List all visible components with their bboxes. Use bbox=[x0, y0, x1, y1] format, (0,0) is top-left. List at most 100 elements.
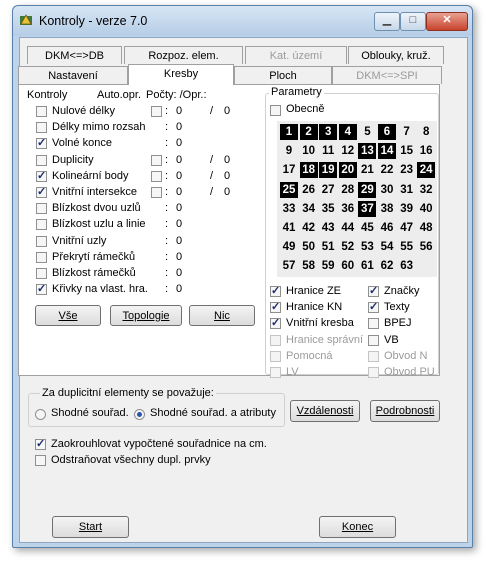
layer-cell[interactable]: 54 bbox=[378, 239, 396, 255]
layer-cell[interactable]: 31 bbox=[398, 182, 416, 198]
layer-cell[interactable]: 11 bbox=[319, 143, 337, 159]
layer-cell[interactable]: 3 bbox=[319, 124, 338, 140]
param-checkbox[interactable] bbox=[270, 316, 281, 330]
podrobnosti-button[interactable]: Podrobnosti bbox=[370, 400, 440, 422]
layer-cell[interactable]: 53 bbox=[358, 239, 376, 255]
layer-cell[interactable]: 21 bbox=[358, 162, 376, 178]
layer-cell[interactable]: 5 bbox=[358, 124, 376, 140]
layer-cell[interactable]: 39 bbox=[398, 201, 416, 217]
layer-cell[interactable]: 36 bbox=[339, 201, 357, 217]
start-button[interactable]: Start bbox=[52, 516, 129, 538]
layer-cell[interactable]: 49 bbox=[280, 239, 298, 255]
layer-grid[interactable]: 1 2 3 4 5 6 7 8 9 10 11 12 13 14 15 16 17 18 19 20 21 22 23 24 2… bbox=[277, 121, 437, 277]
layer-cell[interactable]: 62 bbox=[378, 258, 396, 274]
layer-cell[interactable]: 18 bbox=[299, 162, 318, 179]
layer-cell[interactable]: 60 bbox=[339, 258, 357, 274]
param-checkbox[interactable] bbox=[270, 300, 281, 314]
layer-cell[interactable]: 26 bbox=[300, 182, 318, 198]
layer-cell[interactable]: 23 bbox=[398, 162, 416, 178]
layer-cell[interactable]: 19 bbox=[319, 162, 338, 179]
layer-cell[interactable]: 15 bbox=[398, 143, 416, 159]
layer-cell[interactable]: 35 bbox=[319, 201, 337, 217]
radio-shodne-souradnice-atributy[interactable] bbox=[134, 409, 145, 420]
kontrola-checkbox[interactable] bbox=[36, 219, 47, 231]
kontrola-checkbox[interactable] bbox=[36, 282, 47, 296]
layer-cell[interactable]: 30 bbox=[378, 182, 396, 198]
tab-0-row2[interactable]: Nastavení bbox=[18, 66, 128, 84]
layer-cell[interactable]: 14 bbox=[378, 143, 396, 160]
layer-cell[interactable]: 6 bbox=[378, 124, 396, 140]
layer-cell[interactable]: 16 bbox=[417, 143, 435, 159]
layer-cell[interactable]: 52 bbox=[339, 239, 357, 255]
minimize-button[interactable]: ▁ bbox=[374, 12, 400, 31]
vzdalenosti-button[interactable]: Vzdálenosti bbox=[290, 400, 360, 422]
kontrola-checkbox[interactable] bbox=[36, 106, 47, 117]
layer-cell[interactable]: 58 bbox=[300, 258, 318, 274]
tab-1-row2[interactable]: Kresby bbox=[128, 64, 234, 85]
layer-cell[interactable]: 8 bbox=[417, 124, 435, 140]
nic-button[interactable]: Nic bbox=[189, 305, 255, 326]
tab-3-row2[interactable]: DKM<=>SPI bbox=[332, 66, 442, 84]
kontrola-checkbox[interactable] bbox=[36, 122, 47, 134]
layer-cell[interactable]: 4 bbox=[338, 124, 357, 140]
layer-cell[interactable]: 47 bbox=[398, 220, 416, 236]
layer-cell[interactable]: 7 bbox=[398, 124, 416, 140]
layer-cell[interactable]: 2 bbox=[299, 124, 318, 140]
layer-cell[interactable]: 42 bbox=[300, 220, 318, 236]
param-checkbox[interactable] bbox=[368, 284, 379, 297]
layer-cell[interactable]: 61 bbox=[358, 258, 376, 274]
layer-cell[interactable]: 46 bbox=[378, 220, 396, 236]
layer-cell[interactable]: 45 bbox=[358, 220, 376, 236]
close-button[interactable]: ✕ bbox=[426, 12, 468, 31]
tab-0-row1[interactable]: DKM<=>DB bbox=[27, 46, 122, 64]
layer-cell[interactable]: 37 bbox=[358, 200, 377, 217]
layer-cell[interactable]: 38 bbox=[378, 201, 396, 217]
layer-cell[interactable]: 40 bbox=[417, 201, 435, 217]
obecne-checkbox[interactable] bbox=[270, 105, 281, 116]
layer-cell[interactable]: 12 bbox=[339, 143, 357, 159]
layer-cell[interactable]: 1 bbox=[280, 124, 298, 140]
bottom-option-checkbox[interactable] bbox=[35, 455, 46, 466]
layer-cell[interactable]: 17 bbox=[280, 162, 298, 178]
param-checkbox[interactable] bbox=[368, 318, 379, 330]
kontrola-checkbox[interactable] bbox=[36, 154, 47, 166]
layer-cell[interactable]: 41 bbox=[280, 220, 298, 236]
layer-cell[interactable]: 48 bbox=[417, 220, 435, 236]
layer-cell[interactable]: 25 bbox=[280, 181, 298, 198]
maximize-button[interactable]: □ bbox=[400, 12, 426, 31]
layer-cell[interactable]: 24 bbox=[417, 162, 436, 179]
layer-cell[interactable]: 27 bbox=[319, 182, 337, 198]
layer-cell[interactable]: 59 bbox=[319, 258, 337, 274]
layer-cell[interactable]: 57 bbox=[280, 258, 298, 274]
auto-opr-checkbox[interactable] bbox=[151, 106, 162, 117]
tab-2-row2[interactable]: Ploch bbox=[234, 66, 332, 84]
layer-cell[interactable]: 28 bbox=[339, 182, 357, 198]
layer-cell[interactable]: 63 bbox=[398, 258, 416, 274]
layer-cell[interactable]: 29 bbox=[358, 181, 377, 198]
layer-cell[interactable]: 44 bbox=[339, 220, 357, 236]
layer-cell[interactable]: 33 bbox=[280, 201, 298, 217]
auto-opr-checkbox[interactable] bbox=[151, 187, 162, 198]
layer-cell[interactable]: 9 bbox=[280, 143, 298, 159]
layer-cell[interactable]: 20 bbox=[338, 162, 357, 179]
kontrola-checkbox[interactable] bbox=[36, 136, 47, 150]
kontrola-checkbox[interactable] bbox=[36, 235, 47, 247]
layer-cell[interactable]: 43 bbox=[319, 220, 337, 236]
layer-cell[interactable]: 13 bbox=[358, 143, 377, 160]
layer-cell[interactable]: 55 bbox=[398, 239, 416, 255]
layer-cell[interactable]: 56 bbox=[417, 239, 435, 255]
bottom-option-checkbox[interactable] bbox=[35, 437, 46, 450]
konec-button[interactable]: Konec bbox=[319, 516, 396, 538]
tab-1-row1[interactable]: Rozpoz. elem. bbox=[124, 46, 243, 64]
vse-button[interactable]: Vše bbox=[35, 305, 101, 326]
radio-shodne-souradnice[interactable] bbox=[35, 409, 46, 420]
layer-cell[interactable]: 50 bbox=[300, 239, 318, 255]
param-checkbox[interactable] bbox=[368, 334, 379, 346]
param-checkbox[interactable] bbox=[368, 300, 379, 314]
kontrola-checkbox[interactable] bbox=[36, 185, 47, 198]
layer-cell[interactable]: 34 bbox=[300, 201, 318, 217]
layer-cell[interactable]: 51 bbox=[319, 239, 337, 255]
kontrola-checkbox[interactable] bbox=[36, 268, 47, 279]
layer-cell[interactable]: 32 bbox=[417, 182, 435, 198]
tab-2-row1[interactable]: Kat. území bbox=[245, 46, 347, 64]
